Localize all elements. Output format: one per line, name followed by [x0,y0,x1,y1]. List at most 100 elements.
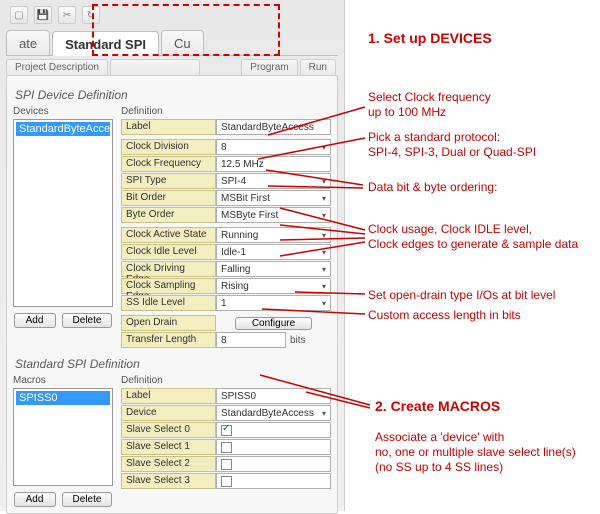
subtab-program[interactable]: Program [241,59,297,75]
field-label: Label [121,388,216,404]
slave-select-0-checkbox[interactable] [221,425,232,436]
field-label: Slave Select 2 [121,456,216,472]
field-label: Clock Idle Level [121,244,216,260]
subtab-run[interactable]: Run [300,59,336,75]
field-label: Clock Sampling Edge [121,278,216,294]
macros-column: Macros SPISS0 Add Delete [13,375,113,507]
clock-idle-level-select[interactable]: Idle-1▾ [216,244,331,260]
slave-select-1-checkbox[interactable] [221,442,232,453]
clock-active-state-select[interactable]: Running▾ [216,227,331,243]
devices-listbox[interactable]: StandardByteAccess [13,119,113,307]
row-ss-idle-level: SS Idle Level 1▾ [121,295,331,311]
configure-button[interactable]: Configure [235,317,312,330]
row-bit-order: Bit Order MSBit First▾ [121,190,331,206]
macros-label: Macros [13,375,113,386]
device-add-button[interactable]: Add [14,313,56,328]
annot-access-len: Custom access length in bits [368,308,521,323]
field-label: Clock Division [121,139,216,155]
chevron-down-icon: ▾ [322,231,326,240]
macro-delete-button[interactable]: Delete [62,492,113,507]
row-transfer-length: Transfer Length 8 bits [121,332,331,348]
chevron-down-icon: ▾ [322,409,326,418]
field-label: Clock Driving Edge [121,261,216,277]
row-clock-active-state: Clock Active State Running▾ [121,227,331,243]
clock-sampling-edge-select[interactable]: Rising▾ [216,278,331,294]
macro-group-title: Standard SPI Definition [15,357,329,371]
devices-label: Devices [13,106,113,117]
row-slave-select-2: Slave Select 2 [121,456,331,472]
field-label: Transfer Length [121,332,216,348]
row-clock-division: Clock Division 8▾ [121,139,331,155]
slave-select-2-checkbox[interactable] [221,459,232,470]
ss-idle-level-select[interactable]: 1▾ [216,295,331,311]
field-label: SS Idle Level [121,295,216,311]
annot-associate: Associate a 'device' with no, one or mul… [375,430,576,475]
subtab-project-description[interactable]: Project Description [6,59,108,75]
transfer-length-input[interactable]: 8 [216,332,286,348]
field-label: SPI Type [121,173,216,189]
field-label: Device [121,405,216,421]
device-definition-column: Definition Label StandardByteAccess Cloc… [121,106,331,349]
field-label: Byte Order [121,207,216,223]
macro-device-select[interactable]: StandardByteAccess▾ [216,405,331,421]
macro-add-button[interactable]: Add [14,492,56,507]
row-slave-select-1: Slave Select 1 [121,439,331,455]
field-label: Slave Select 3 [121,473,216,489]
label-input[interactable]: StandardByteAccess [216,119,331,135]
field-label: Bit Order [121,190,216,206]
chevron-down-icon: ▾ [322,194,326,203]
tab-left-partial[interactable]: ate [6,30,50,55]
highlight-box [92,4,280,56]
byte-order-select[interactable]: MSByte First▾ [216,207,331,223]
slave-select-3-checkbox[interactable] [221,476,232,487]
row-clock-idle-level: Clock Idle Level Idle-1▾ [121,244,331,260]
clock-division-select[interactable]: 8▾ [216,139,331,155]
row-clock-frequency: Clock Frequency 12.5 MHz [121,156,331,172]
row-label: Label StandardByteAccess [121,119,331,135]
chevron-down-icon: ▾ [322,211,326,220]
row-clock-sampling-edge: Clock Sampling Edge Rising▾ [121,278,331,294]
field-label: Label [121,119,216,135]
chevron-down-icon: ▾ [322,265,326,274]
transfer-length-unit: bits [286,332,314,348]
cut-icon[interactable]: ✂ [58,6,76,24]
annot-clock-usage: Clock usage, Clock IDLE level, Clock edg… [368,222,578,252]
annot-heading-2: 2. Create MACROS [375,398,500,416]
field-label: Slave Select 0 [121,422,216,438]
subtab-blank[interactable] [110,59,200,75]
annot-heading-1: 1. Set up DEVICES [368,30,492,48]
row-byte-order: Byte Order MSByte First▾ [121,207,331,223]
content-panel: SPI Device Definition Devices StandardBy… [6,75,338,514]
annot-protocol: Pick a standard protocol: SPI-4, SPI-3, … [368,130,536,160]
spi-type-select[interactable]: SPI-4▾ [216,173,331,189]
row-clock-driving-edge: Clock Driving Edge Falling▾ [121,261,331,277]
macro-label-input[interactable]: SPISS0 [216,388,331,404]
annot-clock-freq: Select Clock frequency up to 100 MHz [368,90,491,120]
macros-listbox[interactable]: SPISS0 [13,388,113,486]
macro-group: Macros SPISS0 Add Delete Definition Labe… [13,375,331,507]
device-definition-label: Definition [121,106,331,117]
annot-ordering: Data bit & byte ordering: [368,180,497,195]
device-list-item[interactable]: StandardByteAccess [16,122,110,136]
chevron-down-icon: ▾ [322,248,326,257]
device-group-title: SPI Device Definition [15,88,329,102]
chevron-down-icon: ▾ [322,299,326,308]
annot-open-drain: Set open-drain type I/Os at bit level [368,288,555,303]
clock-frequency-value: 12.5 MHz [216,156,331,172]
field-label: Clock Active State [121,227,216,243]
clock-driving-edge-select[interactable]: Falling▾ [216,261,331,277]
chevron-down-icon: ▾ [322,143,326,152]
bit-order-select[interactable]: MSBit First▾ [216,190,331,206]
app-window: ▢ 💾 ✂ ↻ ate Standard SPI Cu Project Desc… [0,0,345,511]
field-label: Clock Frequency [121,156,216,172]
open-icon[interactable]: ▢ [10,6,28,24]
macro-definition-column: Definition Label SPISS0 Device StandardB… [121,375,331,507]
row-slave-select-3: Slave Select 3 [121,473,331,489]
sub-tabstrip: Project Description Program Run [6,59,338,75]
device-delete-button[interactable]: Delete [62,313,113,328]
field-label: Slave Select 1 [121,439,216,455]
save-icon[interactable]: 💾 [34,6,52,24]
macro-list-item[interactable]: SPISS0 [16,391,110,405]
chevron-down-icon: ▾ [322,177,326,186]
row-macro-label: Label SPISS0 [121,388,331,404]
